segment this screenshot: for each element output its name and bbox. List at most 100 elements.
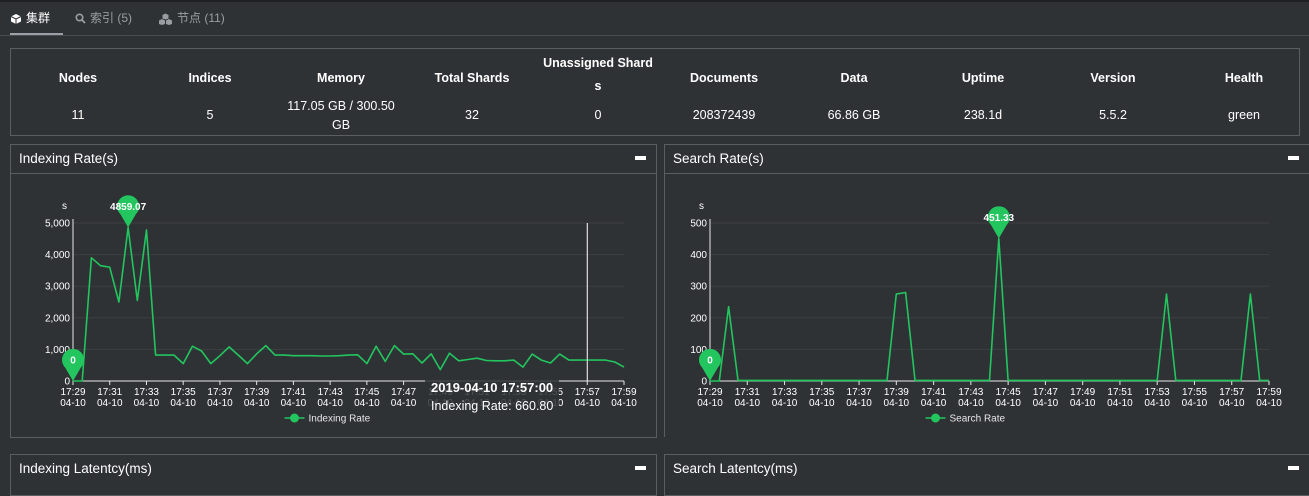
legend-marker xyxy=(931,413,940,423)
uptime-value: 238.1d xyxy=(963,108,1003,122)
x-tick-date-label: 04-10 xyxy=(1107,398,1133,409)
x-tick-date-label: 04-10 xyxy=(772,398,798,409)
x-tick-time-label: 17:35 xyxy=(171,387,196,398)
y-tick-label: 4,000 xyxy=(45,250,70,261)
documents-header: Documents xyxy=(689,71,759,85)
search-icon xyxy=(75,13,86,24)
unassigned-shards-header: Unassigned Shard s xyxy=(531,52,665,98)
x-tick-time-label: 17:51 xyxy=(1107,387,1132,398)
data-header: Data xyxy=(840,71,868,85)
summary-unassigned-shards: Unassigned Shard s 0 xyxy=(531,49,665,135)
x-tick-date-label: 04-10 xyxy=(958,398,984,409)
collapse-icon[interactable] xyxy=(1288,466,1299,470)
x-tick-time-label: 17:29 xyxy=(60,387,85,398)
tab-indices[interactable]: 索引 (5) xyxy=(75,2,132,35)
tab-cluster[interactable]: 集群 xyxy=(10,2,63,35)
x-tick-date-label: 04-10 xyxy=(1182,398,1208,409)
x-tick-time-label: 17:55 xyxy=(1182,387,1207,398)
x-tick-date-label: 04-10 xyxy=(809,398,835,409)
legend: Search Rate xyxy=(925,413,1006,425)
collapse-icon[interactable] xyxy=(635,466,646,470)
x-tick-date-label: 04-10 xyxy=(611,398,637,409)
marker-pin-label: 451.33 xyxy=(984,213,1015,224)
summary-documents: Documents 208372439 xyxy=(657,49,791,135)
nodes-value: 11 xyxy=(71,108,85,122)
x-tick-date-label: 04-10 xyxy=(1219,398,1245,409)
search-rate-title: Search Rate(s) xyxy=(673,151,764,166)
x-tick-date-label: 04-10 xyxy=(734,398,760,409)
tab-nodes-label: 节点 (11) xyxy=(177,11,225,25)
x-tick-date-label: 04-10 xyxy=(1033,398,1059,409)
x-tick-date-label: 04-10 xyxy=(1144,398,1170,409)
cubes-icon xyxy=(158,13,173,25)
summary-nodes: Nodes 11 xyxy=(11,49,145,135)
x-tick-time-label: 17:53 xyxy=(1145,387,1170,398)
tab-cluster-label: 集群 xyxy=(26,11,51,25)
marker-pin-label: 0 xyxy=(707,356,713,367)
x-tick-time-label: 17:47 xyxy=(391,387,416,398)
x-tick-date-label: 04-10 xyxy=(846,398,872,409)
x-tick-date-label: 04-10 xyxy=(244,398,270,409)
y-axis-unit-label: s xyxy=(699,201,704,212)
y-tick-label: 200 xyxy=(690,313,707,324)
x-tick-date-label: 04-10 xyxy=(60,398,86,409)
version-header: Version xyxy=(1090,71,1136,85)
x-tick-time-label: 17:43 xyxy=(318,387,343,398)
x-tick-date-label: 04-10 xyxy=(697,398,723,409)
search-rate-chart[interactable]: s010020030040050017:2904-1017:3104-1017:… xyxy=(665,174,1309,436)
search-latency-panel-header: Search Latentcy(ms) xyxy=(665,455,1309,483)
x-tick-time-label: 17:49 xyxy=(1070,387,1095,398)
summary-version: Version 5.5.2 xyxy=(1046,49,1180,135)
unassigned-header-line1: Unassigned Shard xyxy=(543,56,653,70)
x-tick-date-label: 04-10 xyxy=(995,398,1021,409)
tab-indices-label: 索引 (5) xyxy=(90,11,133,25)
x-tick-time-label: 17:37 xyxy=(847,387,872,398)
indexing-latency-title: Indexing Latentcy(ms) xyxy=(19,461,152,476)
memory-value-line2: GB xyxy=(331,118,351,132)
x-tick-date-label: 04-10 xyxy=(207,398,233,409)
cluster-summary-table: Nodes 11 Indices 5 Memory 117.05 GB / 30… xyxy=(10,48,1300,136)
collapse-icon[interactable] xyxy=(635,156,646,160)
indexing-rate-panel: Indexing Rate(s) s 0 1,000 2,000 3,000 4,000 5… xyxy=(10,144,657,438)
summary-indices: Indices 5 xyxy=(143,49,277,135)
y-tick-label: 2,000 xyxy=(45,313,70,324)
cube-icon xyxy=(10,13,22,25)
memory-header: Memory xyxy=(317,71,365,85)
version-value: 5.5.2 xyxy=(1099,108,1127,122)
indexing-rate-title: Indexing Rate(s) xyxy=(19,151,119,166)
x-tick-time-label: 17:35 xyxy=(809,387,834,398)
x-tick-time-label: 17:29 xyxy=(697,387,722,398)
series-line xyxy=(710,237,1269,382)
x-tick-time-label: 17:59 xyxy=(1256,387,1281,398)
x-tick-date-label: 04-10 xyxy=(134,398,160,409)
search-rate-panel: Search Rate(s) s 0 100 200 300 400 500 17:29 04-… xyxy=(664,144,1309,437)
x-tick-time-label: 17:33 xyxy=(772,387,797,398)
summary-health: Health green xyxy=(1177,49,1309,135)
search-latency-title: Search Latentcy(ms) xyxy=(673,461,798,476)
memory-value-line1: 117.05 GB / 300.50 xyxy=(287,99,395,113)
x-tick-time-label: 17:45 xyxy=(354,387,379,398)
x-tick-date-label: 04-10 xyxy=(884,398,910,409)
tooltip-body: Indexing Rate: 660.80 xyxy=(431,399,553,413)
y-tick-label: 5,000 xyxy=(45,219,70,230)
y-axis-unit-label: s xyxy=(62,201,67,212)
tab-nodes[interactable]: 节点 (11) xyxy=(158,2,225,35)
x-tick-time-label: 17:33 xyxy=(134,387,159,398)
marker-pin-label: 0 xyxy=(70,356,76,367)
health-header: Health xyxy=(1224,71,1264,85)
x-tick-time-label: 17:47 xyxy=(1033,387,1058,398)
search-rate-panel-header: Search Rate(s) xyxy=(665,145,1309,174)
indexing-latency-panel-header: Indexing Latentcy(ms) xyxy=(11,455,656,483)
summary-data: Data 66.86 GB xyxy=(787,49,921,135)
x-tick-time-label: 17:57 xyxy=(575,387,600,398)
y-tick-label: 400 xyxy=(690,250,707,261)
legend-label: Search Rate xyxy=(950,414,1006,425)
indices-header: Indices xyxy=(188,71,232,85)
unassigned-shards-value: 0 xyxy=(594,108,602,122)
collapse-icon[interactable] xyxy=(1288,156,1299,160)
x-tick-date-label: 04-10 xyxy=(391,398,417,409)
x-tick-time-label: 17:43 xyxy=(958,387,983,398)
x-tick-date-label: 04-10 xyxy=(281,398,307,409)
indexing-rate-chart[interactable]: s01,0002,0003,0004,0005,00017:2904-1017:… xyxy=(11,174,656,436)
y-tick-label: 500 xyxy=(690,219,707,230)
